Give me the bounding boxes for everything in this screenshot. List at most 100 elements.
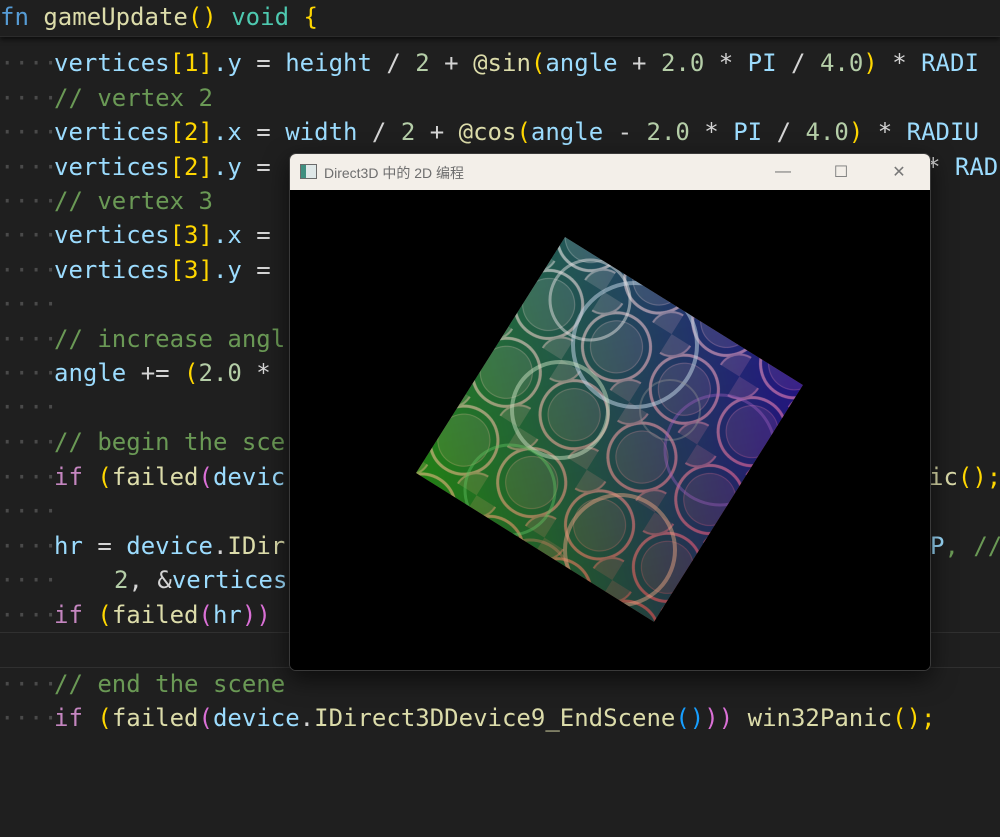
comment: // vertex 3 bbox=[54, 187, 213, 215]
token: P bbox=[930, 532, 945, 560]
maximize-icon: ☐ bbox=[833, 164, 849, 181]
token: ( bbox=[198, 463, 213, 491]
token: if bbox=[54, 601, 83, 629]
indent-guide: ···· bbox=[0, 497, 58, 525]
token: PI bbox=[733, 118, 763, 146]
token: / bbox=[357, 118, 401, 146]
token: = bbox=[241, 256, 271, 284]
token: ( bbox=[198, 601, 213, 629]
indent-guide: ···· bbox=[0, 601, 58, 629]
token: )) bbox=[704, 704, 734, 732]
token: 2.0 bbox=[646, 118, 690, 146]
token: ) bbox=[863, 49, 878, 77]
token: 2.0 bbox=[660, 49, 705, 77]
code-line[interactable]: ···· // end the scene bbox=[0, 667, 1000, 701]
token: * bbox=[241, 359, 271, 387]
minimize-button[interactable]: — bbox=[754, 154, 812, 190]
direct3d-window[interactable]: Direct3D 中的 2D 编程 — ☐ ✕ bbox=[289, 153, 931, 671]
token: = bbox=[241, 153, 286, 181]
token: ( bbox=[82, 463, 112, 491]
token: vertices bbox=[54, 221, 170, 249]
maximize-button[interactable]: ☐ bbox=[812, 154, 870, 190]
token: = bbox=[82, 532, 127, 560]
comment: // increase angl bbox=[54, 325, 286, 353]
token: ( bbox=[198, 704, 213, 732]
code-line[interactable]: ···· if (failed(device.IDirect3DDevice9_… bbox=[0, 701, 1000, 735]
token: = bbox=[241, 118, 286, 146]
token: failed bbox=[111, 463, 199, 491]
token: * bbox=[877, 49, 922, 77]
token: .x bbox=[212, 118, 242, 146]
token: width bbox=[285, 118, 358, 146]
comment: // vertex 2 bbox=[54, 84, 213, 112]
token: IDirect3DDevice9_EndScene bbox=[314, 704, 676, 732]
app-window-icon bbox=[300, 164, 317, 179]
token: ( bbox=[530, 49, 546, 77]
code-line[interactable]: ···· vertices[2].x = width / 2 + @cos(an… bbox=[0, 115, 1000, 149]
token: .x bbox=[212, 221, 242, 249]
token: / bbox=[762, 118, 806, 146]
indent-guide: ···· bbox=[0, 670, 58, 698]
code-line[interactable]: ···· vertices[1].y = height / 2 + @sin(a… bbox=[0, 46, 1000, 80]
token: devic bbox=[212, 463, 286, 491]
fn-keyword: fn bbox=[0, 3, 29, 31]
token: [1] bbox=[169, 49, 213, 77]
minimize-icon: — bbox=[775, 163, 791, 180]
token: win32Panic bbox=[733, 704, 893, 732]
indent-guide: ···· bbox=[0, 428, 58, 456]
function-name: gameUpdate bbox=[43, 3, 188, 31]
indent-guide: ···· bbox=[0, 256, 58, 284]
window-titlebar[interactable]: Direct3D 中的 2D 编程 — ☐ ✕ bbox=[290, 154, 930, 190]
token: .y bbox=[212, 256, 242, 284]
token: * bbox=[689, 118, 734, 146]
token: * bbox=[704, 49, 748, 77]
token: 2.0 bbox=[198, 359, 242, 387]
token: [2] bbox=[169, 153, 213, 181]
token: angle bbox=[54, 359, 127, 387]
indent-guide: ···· bbox=[0, 153, 58, 181]
indent-guide: ···· bbox=[0, 463, 58, 491]
close-icon: ✕ bbox=[892, 164, 906, 181]
quad-group bbox=[416, 237, 803, 622]
token: 2 bbox=[114, 566, 129, 594]
token: RADI bbox=[954, 153, 1000, 181]
indent-guide: ···· bbox=[0, 359, 58, 387]
token: 4.0 bbox=[805, 118, 849, 146]
token: += bbox=[126, 359, 185, 387]
token: 4.0 bbox=[819, 49, 864, 77]
token: vertices bbox=[171, 566, 288, 594]
token: / bbox=[776, 49, 820, 77]
token: ( bbox=[184, 359, 199, 387]
token: if bbox=[54, 463, 83, 491]
return-type: void bbox=[231, 3, 290, 31]
token: hr bbox=[212, 601, 242, 629]
token: ( bbox=[82, 601, 112, 629]
indent-guide: ···· bbox=[0, 704, 58, 732]
indent-guide: ···· bbox=[0, 290, 58, 318]
token: + bbox=[415, 118, 459, 146]
token: . bbox=[299, 704, 315, 732]
sticky-scroll-header[interactable]: fn gameUpdate() void { bbox=[0, 0, 1000, 37]
token: ( bbox=[516, 118, 531, 146]
token: = bbox=[241, 49, 286, 77]
close-button[interactable]: ✕ bbox=[870, 154, 928, 190]
token: vertices bbox=[54, 153, 170, 181]
rotated-textured-quad bbox=[416, 237, 803, 622]
token: [3] bbox=[169, 256, 213, 284]
code-line[interactable]: ···· // vertex 2 bbox=[0, 81, 1000, 115]
token: (); bbox=[957, 463, 1000, 491]
token: (); bbox=[892, 704, 936, 732]
render-viewport[interactable] bbox=[290, 190, 930, 670]
token: + bbox=[429, 49, 474, 77]
token: + bbox=[617, 49, 661, 77]
token: () bbox=[675, 704, 705, 732]
token: RADIU bbox=[906, 118, 979, 146]
comment: // end the scene bbox=[54, 670, 286, 698]
token: failed bbox=[111, 601, 199, 629]
token: * bbox=[863, 118, 907, 146]
token: 2 bbox=[415, 49, 430, 77]
token: / bbox=[371, 49, 416, 77]
token: .y bbox=[212, 153, 242, 181]
token: @sin bbox=[473, 49, 531, 77]
parens: () bbox=[187, 3, 217, 31]
